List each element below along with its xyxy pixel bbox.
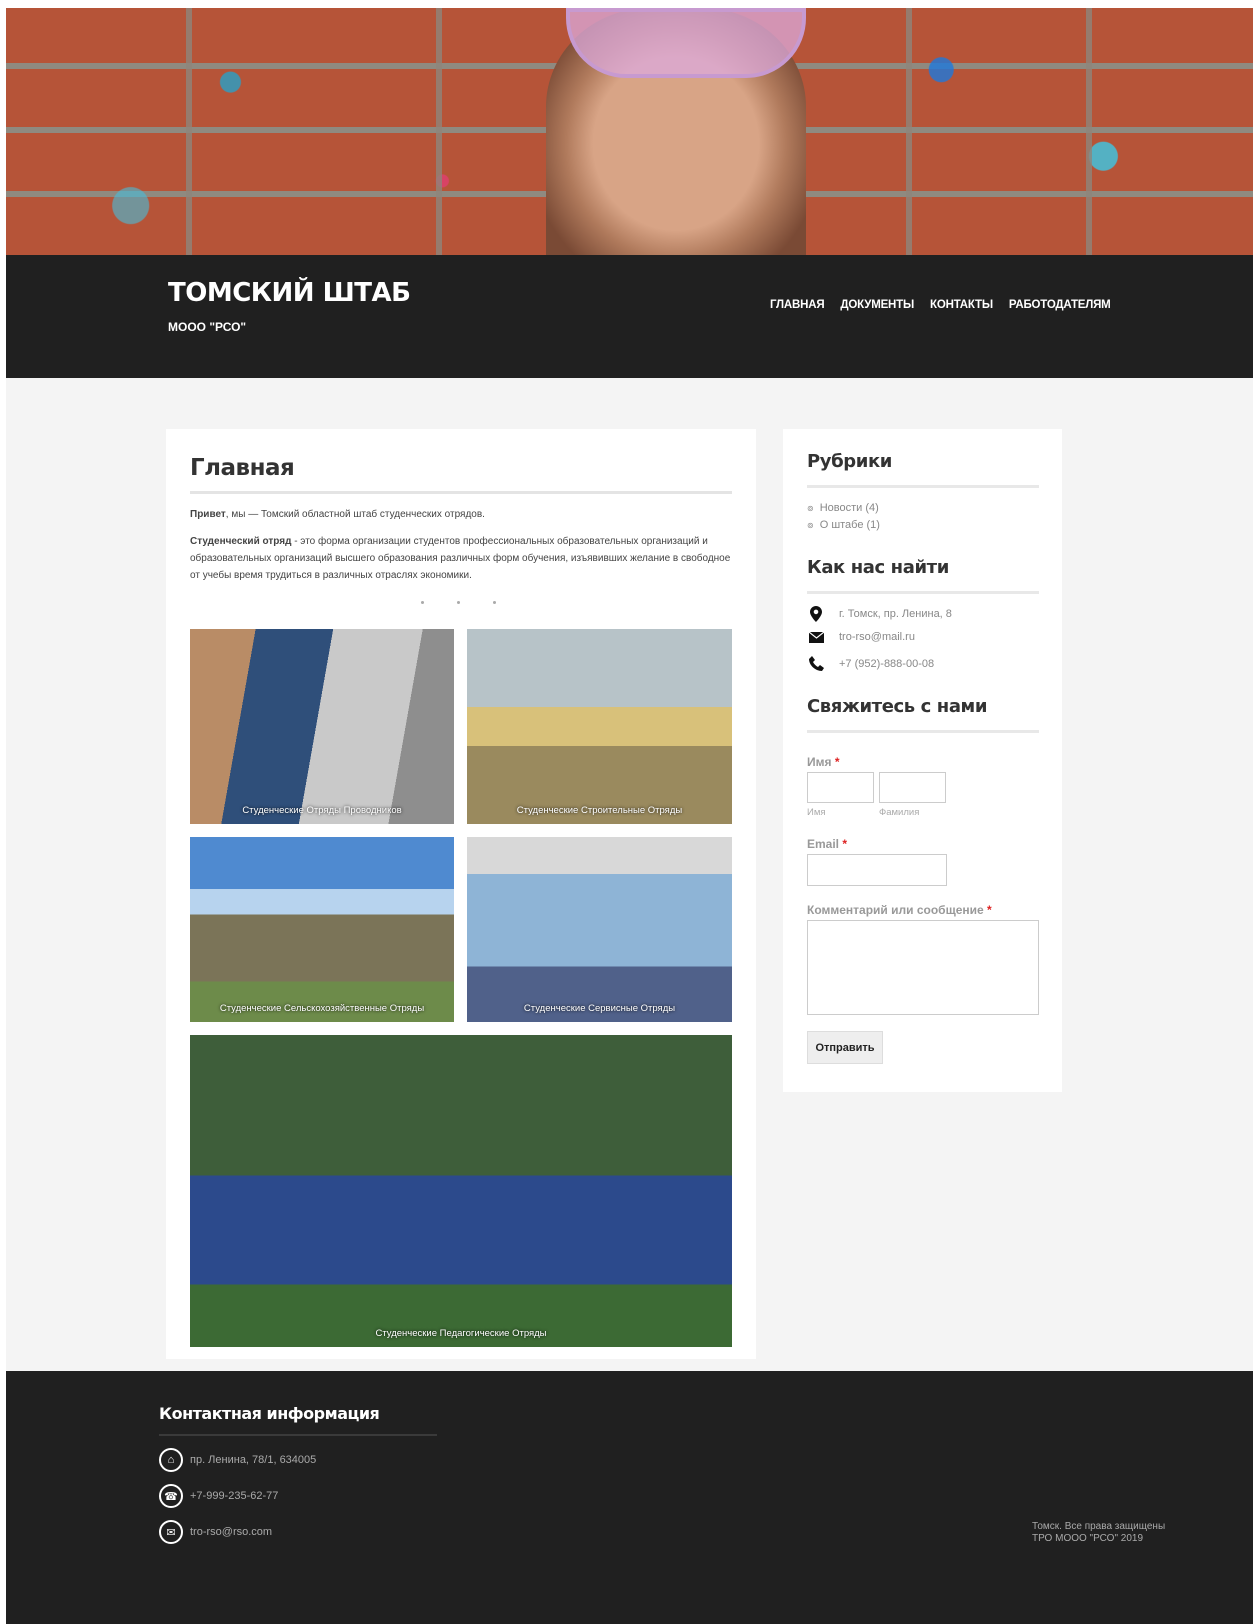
- phone-icon: ☎: [159, 1484, 183, 1508]
- phone-icon: [807, 656, 825, 671]
- envelope-icon: ✉: [159, 1520, 183, 1544]
- nav-employers[interactable]: РАБОТОДАТЕЛЯМ: [1009, 299, 1111, 311]
- first-name-sublabel: Имя: [807, 807, 826, 818]
- name-label-text: Имя: [807, 755, 832, 769]
- first-name-input[interactable]: [807, 772, 874, 803]
- nav-home[interactable]: ГЛАВНАЯ: [770, 299, 825, 311]
- email-row: tro-rso@mail.ru: [807, 631, 915, 643]
- categories-heading: Рубрики: [807, 451, 893, 472]
- copyright-line-1: Томск. Все права защищены: [1032, 1521, 1166, 1532]
- definition-paragraph: Студенческий отряд - это форма организац…: [190, 533, 735, 584]
- sidebar-divider: [807, 591, 1039, 594]
- last-name-input[interactable]: [879, 772, 946, 803]
- sidebar: Рубрики ⊚ Новости (4) ⊚ О штабе (1) Как на…: [783, 429, 1062, 1092]
- gallery-caption: Студенческие Отряды Проводников: [242, 805, 402, 816]
- required-mark: *: [987, 903, 992, 917]
- home-icon: ⌂: [159, 1448, 183, 1472]
- nav-contacts[interactable]: КОНТАКТЫ: [930, 299, 993, 311]
- category-about[interactable]: ⊚ О штабе (1): [807, 519, 880, 531]
- copyright-line-2: ТРО МООО "РСО" 2019: [1032, 1533, 1144, 1544]
- submit-button[interactable]: Отправить: [807, 1031, 883, 1064]
- sidebar-divider: [807, 730, 1039, 733]
- email-text[interactable]: tro-rso@mail.ru: [839, 631, 915, 643]
- footer-phone-row: ☎ +7-999-235-62-77: [159, 1484, 278, 1508]
- footer-divider: [159, 1434, 437, 1436]
- map-pin-icon: [807, 606, 825, 622]
- carousel-dot[interactable]: [421, 601, 424, 604]
- gallery-tile-construction[interactable]: Студенческие Строительные Отряды: [467, 629, 732, 824]
- footer-address-row: ⌂ пр. Ленина, 78/1, 634005: [159, 1448, 316, 1472]
- bullet-icon: ⊚: [807, 521, 814, 530]
- intro-bold: Привет: [190, 509, 226, 520]
- find-us-heading: Как нас найти: [807, 557, 949, 578]
- carousel-dots[interactable]: [421, 601, 496, 604]
- gallery-caption: Студенческие Педагогические Отряды: [375, 1328, 547, 1339]
- email-input[interactable]: [807, 854, 947, 886]
- required-mark: *: [834, 755, 840, 769]
- intro-paragraph: Привет, мы — Томский областной штаб студ…: [190, 509, 485, 520]
- last-name-sublabel: Фамилия: [879, 807, 920, 818]
- main-content: Главная Привет, мы — Томский областной ш…: [166, 429, 756, 1359]
- gallery-tile-conductors[interactable]: Студенческие Отряды Проводников: [190, 629, 454, 824]
- phone-text[interactable]: +7 (952)-888-00-08: [839, 658, 934, 670]
- gallery-caption: Студенческие Сельскохозяйственные Отряды: [219, 1003, 425, 1014]
- bullet-icon: ⊚: [807, 504, 814, 513]
- title-divider: [190, 491, 732, 494]
- sidebar-divider: [807, 485, 1039, 488]
- hero-banner-image: [6, 8, 1253, 255]
- footer-heading: Контактная информация: [159, 1404, 380, 1423]
- copyright: Томск. Все права защищены ТРО МООО "РСО" …: [1032, 1521, 1165, 1545]
- comment-textarea[interactable]: [807, 920, 1039, 1015]
- footer-phone[interactable]: +7-999-235-62-77: [190, 1490, 278, 1502]
- envelope-icon: [807, 631, 825, 643]
- gallery-tile-pedagogical[interactable]: Студенческие Педагогические Отряды: [190, 1035, 732, 1347]
- main-nav: ГЛАВНАЯ ДОКУМЕНТЫ КОНТАКТЫ РАБОТОДАТЕЛЯМ: [770, 299, 1111, 311]
- comment-label: Комментарий или сообщение *: [807, 903, 992, 917]
- intro-text: , мы — Томский областной штаб студенческ…: [225, 509, 485, 520]
- header-bar: [6, 255, 1253, 378]
- hero-goggles: [566, 8, 806, 78]
- carousel-dot[interactable]: [457, 601, 460, 604]
- nav-documents[interactable]: ДОКУМЕНТЫ: [840, 299, 914, 311]
- page-title: Главная: [190, 455, 295, 481]
- contact-form-heading: Свяжитесь с нами: [807, 696, 988, 717]
- site-subtitle: МООО "РСО": [168, 320, 247, 334]
- required-mark: *: [842, 837, 848, 851]
- phone-row: +7 (952)-888-00-08: [807, 656, 934, 671]
- page-frame: Главная Привет, мы — Томский областной ш…: [6, 8, 1253, 1624]
- category-news[interactable]: ⊚ Новости (4): [807, 502, 879, 514]
- gallery-caption: Студенческие Сервисные Отряды: [523, 1003, 676, 1014]
- gallery-tile-agriculture[interactable]: Студенческие Сельскохозяйственные Отряды: [190, 837, 454, 1022]
- carousel-dot[interactable]: [493, 601, 496, 604]
- category-label: О штабе (1): [819, 519, 880, 531]
- email-label-text: Email: [807, 837, 840, 851]
- address-text: г. Томск, пр. Ленина, 8: [839, 608, 952, 620]
- email-label: Email *: [807, 837, 847, 851]
- footer-email-row: ✉ tro-rso@rso.com: [159, 1520, 272, 1544]
- name-label: Имя *: [807, 755, 840, 769]
- gallery-tile-service[interactable]: Студенческие Сервисные Отряды: [467, 837, 732, 1022]
- footer-address: пр. Ленина, 78/1, 634005: [190, 1454, 317, 1466]
- definition-bold: Студенческий отряд: [190, 536, 292, 547]
- footer-email[interactable]: tro-rso@rso.com: [190, 1526, 272, 1538]
- address-row: г. Томск, пр. Ленина, 8: [807, 606, 952, 622]
- category-label: Новости (4): [819, 502, 879, 514]
- comment-label-text: Комментарий или сообщение: [807, 903, 984, 917]
- site-title[interactable]: ТОМСКИЙ ШТАБ: [168, 278, 411, 308]
- gallery-caption: Студенческие Строительные Отряды: [516, 805, 683, 816]
